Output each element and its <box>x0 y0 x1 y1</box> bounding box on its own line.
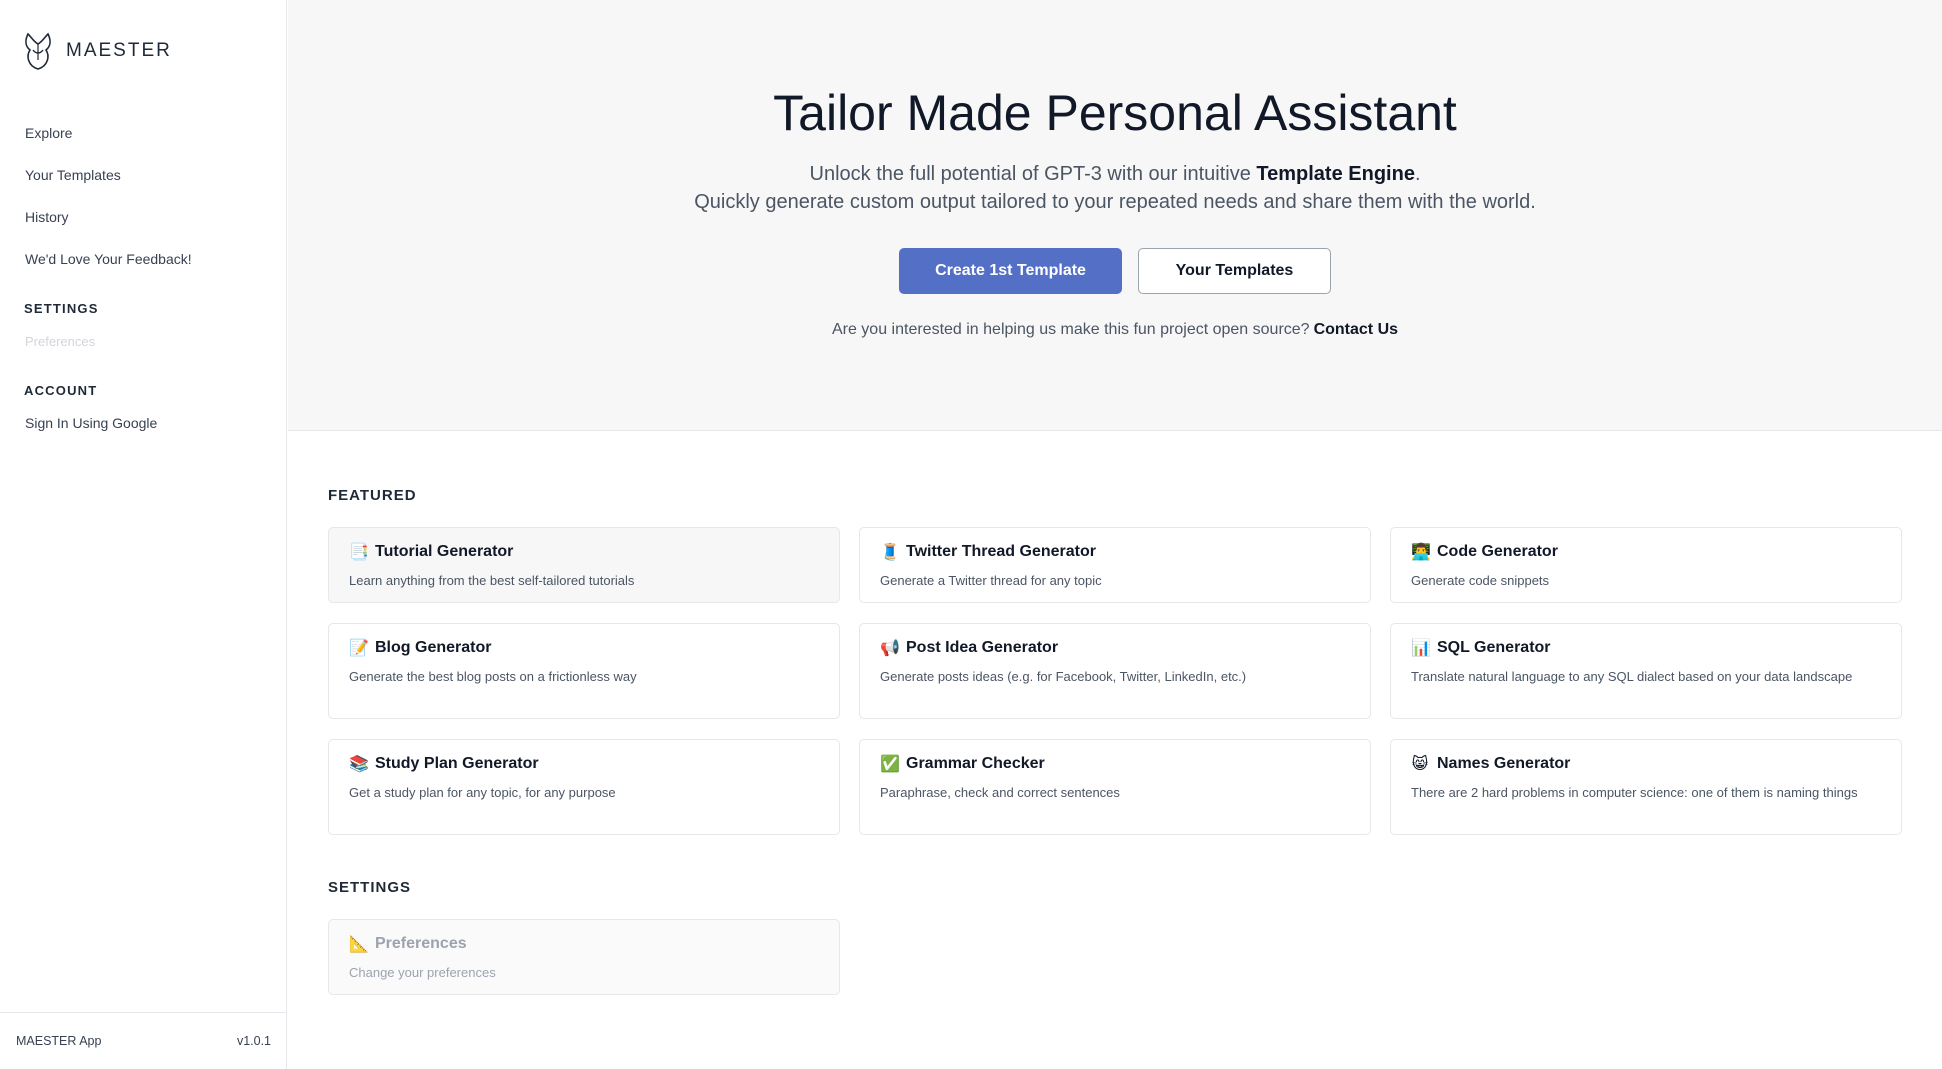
card-description: Generate code snippets <box>1411 573 1550 588</box>
template-card-sql-generator[interactable]: 📊 SQL Generator Translate natural langua… <box>1390 623 1902 719</box>
card-description: Get a study plan for any topic, for any … <box>349 785 616 800</box>
card-title: ✅ Grammar Checker <box>880 754 1350 774</box>
sidebar-account-heading: ACCOUNT <box>24 383 98 398</box>
template-card-twitter-thread-generator[interactable]: 🧵 Twitter Thread Generator Generate a Tw… <box>859 527 1371 603</box>
template-card-names-generator[interactable]: 😸 Names Generator There are 2 hard probl… <box>1390 739 1902 835</box>
card-title-text: Study Plan Generator <box>375 755 539 772</box>
thread-icon: 🧵 <box>880 544 900 561</box>
template-card-study-plan-generator[interactable]: 📚 Study Plan Generator Get a study plan … <box>328 739 840 835</box>
brand-name: MAESTER <box>66 40 172 61</box>
settings-heading: SETTINGS <box>328 879 412 896</box>
card-title-text: Post Idea Generator <box>906 639 1059 656</box>
card-title-text: Grammar Checker <box>906 755 1045 772</box>
hero: Tailor Made Personal Assistant Unlock th… <box>288 0 1942 431</box>
brand[interactable]: MAESTER <box>22 30 172 72</box>
hero-subtitle: Unlock the full potential of GPT-3 with … <box>288 163 1942 186</box>
sidebar: MAESTER Explore Your Templates History W… <box>0 0 287 1069</box>
card-title-text: Tutorial Generator <box>375 543 514 560</box>
card-title: 📢 Post Idea Generator <box>880 638 1350 658</box>
sidebar-item-sign-in-google[interactable]: Sign In Using Google <box>25 415 157 431</box>
template-card-post-idea-generator[interactable]: 📢 Post Idea Generator Generate posts ide… <box>859 623 1371 719</box>
app-name: MAESTER App <box>16 1034 102 1048</box>
card-description: Generate a Twitter thread for any topic <box>880 573 1102 588</box>
sidebar-item-explore[interactable]: Explore <box>25 125 72 141</box>
card-title-text: Preferences <box>375 935 467 952</box>
megaphone-icon: 📢 <box>880 640 900 657</box>
featured-heading: FEATURED <box>328 487 417 504</box>
card-description: Learn anything from the best self-tailor… <box>349 573 635 588</box>
your-templates-button[interactable]: Your Templates <box>1138 248 1331 294</box>
cat-face-icon: 😸 <box>1411 756 1429 773</box>
card-title: 🧵 Twitter Thread Generator <box>880 542 1350 562</box>
check-mark-icon: ✅ <box>880 756 900 773</box>
card-title: 📚 Study Plan Generator <box>349 754 819 774</box>
contact-prompt: Are you interested in helping us make th… <box>288 321 1942 339</box>
contact-prompt-text: Are you interested in helping us make th… <box>831 321 1310 338</box>
page-title: Tailor Made Personal Assistant <box>773 85 1457 141</box>
sidebar-item-history[interactable]: History <box>25 209 69 225</box>
card-title-text: Names Generator <box>1437 755 1571 772</box>
hero-subtitle-prefix: Unlock the full potential of GPT-3 with … <box>809 163 1257 185</box>
contact-us-link[interactable]: Contact Us <box>1314 321 1398 338</box>
card-description: Translate natural language to any SQL di… <box>1411 669 1853 684</box>
card-title: 📊 SQL Generator <box>1411 638 1881 658</box>
card-title: 📝 Blog Generator <box>349 638 819 658</box>
main-content: Tailor Made Personal Assistant Unlock th… <box>288 0 1942 1069</box>
card-title-text: Code Generator <box>1437 543 1558 560</box>
books-icon: 📚 <box>349 756 369 773</box>
card-title-text: SQL Generator <box>1437 639 1551 656</box>
triangular-ruler-icon: 📐 <box>349 936 369 953</box>
template-card-grammar-checker[interactable]: ✅ Grammar Checker Paraphrase, check and … <box>859 739 1371 835</box>
card-title-text: Blog Generator <box>375 639 492 656</box>
card-description: Generate posts ideas (e.g. for Facebook,… <box>880 669 1247 684</box>
template-card-preferences[interactable]: 📐 Preferences Change your preferences <box>328 919 840 995</box>
template-card-code-generator[interactable]: 👨‍💻 Code Generator Generate code snippet… <box>1390 527 1902 603</box>
maester-logo-icon <box>25 32 51 70</box>
hero-subtitle-bold: Template Engine <box>1256 163 1415 185</box>
sidebar-footer: MAESTER App v1.0.1 <box>0 1012 287 1069</box>
card-description: There are 2 hard problems in computer sc… <box>1411 785 1858 800</box>
sidebar-settings-heading: SETTINGS <box>24 301 99 316</box>
card-title: 📑 Tutorial Generator <box>349 542 819 562</box>
app-version: v1.0.1 <box>236 1034 271 1048</box>
card-title-text: Twitter Thread Generator <box>906 543 1096 560</box>
hero-subtitle-suffix: . <box>1414 163 1421 185</box>
card-description: Change your preferences <box>349 965 496 980</box>
bar-chart-icon: 📊 <box>1411 640 1431 657</box>
hero-subtitle-line2: Quickly generate custom output tailored … <box>694 191 1536 213</box>
card-description: Paraphrase, check and correct sentences <box>880 785 1120 800</box>
template-card-tutorial-generator[interactable]: 📑 Tutorial Generator Learn anything from… <box>328 527 840 603</box>
memo-icon: 📝 <box>349 640 369 657</box>
technologist-icon: 👨‍💻 <box>1411 544 1431 561</box>
sidebar-item-your-templates[interactable]: Your Templates <box>25 167 121 183</box>
card-title: 😸 Names Generator <box>1411 754 1881 774</box>
sidebar-item-preferences[interactable]: Preferences <box>25 334 95 349</box>
card-description: Generate the best blog posts on a fricti… <box>349 669 637 684</box>
tutorial-icon: 📑 <box>349 544 369 561</box>
template-card-blog-generator[interactable]: 📝 Blog Generator Generate the best blog … <box>328 623 840 719</box>
card-title: 📐 Preferences <box>349 934 819 954</box>
sidebar-item-feedback[interactable]: We'd Love Your Feedback! <box>25 251 192 267</box>
create-template-button[interactable]: Create 1st Template <box>899 248 1122 294</box>
card-title: 👨‍💻 Code Generator <box>1411 542 1881 562</box>
